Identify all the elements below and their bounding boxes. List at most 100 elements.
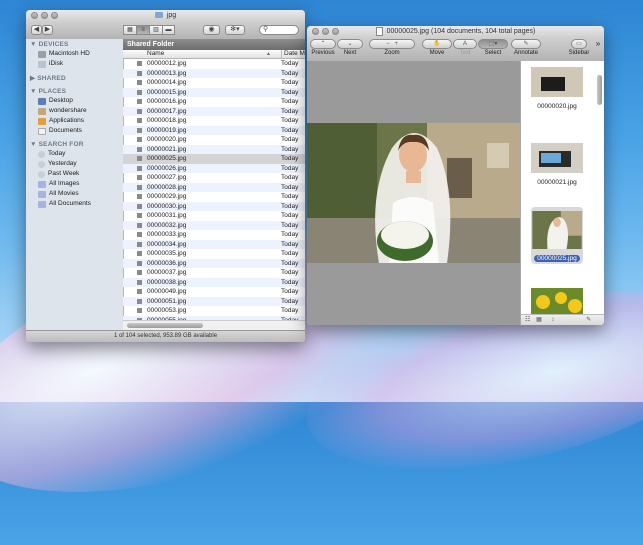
sort-icon[interactable]: ↕ <box>551 317 554 323</box>
file-row[interactable]: 00000016.jpg Today <box>123 97 305 107</box>
list-view-icon[interactable]: ☷ <box>525 317 530 323</box>
finder-titlebar[interactable]: jpg <box>26 10 305 22</box>
sidebar-header-devices[interactable]: ▼ DEVICES <box>26 39 123 49</box>
file-name: 00000021.jpg <box>147 145 187 153</box>
sidebar-item-all-images[interactable]: All Images <box>26 179 123 189</box>
thumb-sunflower <box>536 295 550 309</box>
search-input[interactable]: ⚲ <box>259 25 299 35</box>
move-tool-button[interactable]: ✋ Move <box>422 39 452 56</box>
file-row[interactable]: 00000015.jpg Today <box>123 87 305 97</box>
zoom-control[interactable]: − + Zoom <box>369 39 415 56</box>
scrollbar-thumb[interactable] <box>597 75 602 105</box>
file-row[interactable]: 00000012.jpg Today <box>123 59 305 69</box>
file-row[interactable]: 00000027.jpg Today <box>123 173 305 183</box>
annotate-button[interactable]: ✎ Annotate <box>511 39 541 56</box>
file-date-modified: Today <box>281 69 299 77</box>
sidebar-item-all-movies[interactable]: All Movies <box>26 189 123 199</box>
file-row[interactable]: 00000051.jpg Today <box>123 296 305 306</box>
action-button[interactable]: ✻▾ <box>225 25 245 35</box>
view-mode-selector: ▦ ≡ ▥ ▬ <box>123 25 175 35</box>
list-view-button[interactable]: ≡ <box>136 25 149 35</box>
jpeg-file-icon <box>137 279 142 285</box>
grid-view-icon[interactable]: ▦ <box>536 317 542 323</box>
file-row[interactable]: 00000017.jpg Today <box>123 106 305 116</box>
sidebar-item-documents[interactable]: Documents <box>26 126 123 136</box>
select-tool-button[interactable]: ⬚▾ Select <box>478 39 508 56</box>
file-name: 00000038.jpg <box>147 278 187 286</box>
file-date-modified: Today <box>281 240 299 248</box>
thumbnail-item[interactable]: 00000021.jpg <box>531 143 583 186</box>
close-button[interactable] <box>31 12 38 19</box>
sidebar-item-wondershare[interactable]: wondershare <box>26 106 123 116</box>
quicklook-button[interactable]: ◉ <box>203 25 220 35</box>
photo-window <box>487 143 509 168</box>
file-row[interactable]: 00000025.jpg Today <box>123 154 305 164</box>
sidebar-item-idisk[interactable]: iDisk <box>26 59 123 69</box>
file-row[interactable]: 00000032.jpg Today <box>123 220 305 230</box>
minimize-button[interactable] <box>322 28 329 35</box>
file-row[interactable]: 00000038.jpg Today <box>123 277 305 287</box>
vertical-scrollbar[interactable] <box>597 65 602 313</box>
thumb-screen <box>541 153 561 163</box>
thumb-sunflower <box>555 292 567 304</box>
file-row[interactable]: 00000036.jpg Today <box>123 258 305 268</box>
file-row[interactable]: 00000033.jpg Today <box>123 230 305 240</box>
next-button[interactable]: ⌄ Next <box>337 39 363 56</box>
file-row[interactable]: 00000028.jpg Today <box>123 182 305 192</box>
file-row[interactable]: 00000031.jpg Today <box>123 211 305 221</box>
sidebar-item-desktop[interactable]: Desktop <box>26 96 123 106</box>
icon-view-button[interactable]: ▦ <box>123 25 136 35</box>
jpeg-file-icon <box>137 99 142 104</box>
thumbnail-item-selected[interactable]: 00000025.jpg <box>531 207 583 264</box>
sidebar-item-all-documents[interactable]: All Documents <box>26 199 123 209</box>
preview-titlebar[interactable]: 00000025.jpg (104 documents, 104 total p… <box>307 26 604 38</box>
scrollbar-thumb[interactable] <box>127 323 203 328</box>
file-row[interactable]: 00000037.jpg Today <box>123 268 305 278</box>
file-date-modified: Today <box>281 250 299 257</box>
sidebar-header-places[interactable]: ▼ PLACES <box>26 86 123 96</box>
file-row[interactable]: 00000035.jpg Today <box>123 249 305 259</box>
file-row[interactable]: 00000019.jpg Today <box>123 125 305 135</box>
text-tool-button[interactable]: A Text <box>453 39 477 56</box>
thumbnail-label: 00000025.jpg <box>534 255 580 262</box>
sidebar-header-search-for[interactable]: ▼ SEARCH FOR <box>26 139 123 149</box>
file-row[interactable]: 00000021.jpg Today <box>123 144 305 154</box>
file-row[interactable]: 00000013.jpg Today <box>123 68 305 78</box>
thumb-bouquet <box>547 238 563 249</box>
file-row[interactable]: 00000034.jpg Today <box>123 239 305 249</box>
file-row[interactable]: 00000030.jpg Today <box>123 201 305 211</box>
pencil-icon[interactable]: ✎ <box>586 317 591 323</box>
minimize-button[interactable] <box>41 12 48 19</box>
previous-button[interactable]: ⌃ Previous <box>310 39 336 56</box>
sidebar-item-macintosh-hd[interactable]: Macintosh HD <box>26 49 123 59</box>
file-row[interactable]: 00000049.jpg Today <box>123 287 305 297</box>
file-row[interactable]: 00000053.jpg Today <box>123 306 305 316</box>
file-row[interactable]: 00000020.jpg Today <box>123 135 305 145</box>
column-header-name[interactable]: Name <box>147 50 164 58</box>
sidebar-item-past-week[interactable]: Past Week <box>26 169 123 179</box>
file-row[interactable]: 00000026.jpg Today <box>123 163 305 173</box>
column-header-date-modified[interactable]: Date M <box>281 50 305 58</box>
sidebar-header-shared[interactable]: ▶ SHARED <box>26 72 123 83</box>
sidebar-toggle-button[interactable]: ▭ Sidebar <box>565 39 593 56</box>
toolbar-overflow-icon[interactable]: » <box>594 39 602 48</box>
sidebar-item-today[interactable]: Today <box>26 149 123 159</box>
jpeg-file-icon <box>137 165 142 171</box>
file-name: 00000020.jpg <box>147 136 187 143</box>
sidebar-item-applications[interactable]: Applications <box>26 116 123 126</box>
file-row[interactable]: 00000018.jpg Today <box>123 116 305 126</box>
jpeg-file-icon <box>137 222 142 228</box>
thumbnail-item[interactable]: 00000020.jpg <box>531 67 583 110</box>
file-row[interactable]: 00000029.jpg Today <box>123 192 305 202</box>
back-button[interactable]: ◀ <box>31 25 42 35</box>
column-view-button[interactable]: ▥ <box>149 25 162 35</box>
close-button[interactable] <box>312 28 319 35</box>
coverflow-view-button[interactable]: ▬ <box>162 25 175 35</box>
sidebar-item-yesterday[interactable]: Yesterday <box>26 159 123 169</box>
jpeg-file-icon <box>137 127 142 133</box>
forward-button[interactable]: ▶ <box>42 25 53 35</box>
file-row[interactable]: 00000014.jpg Today <box>123 78 305 88</box>
zoom-button[interactable] <box>51 12 58 19</box>
jpeg-file-icon <box>137 251 142 256</box>
zoom-button[interactable] <box>332 28 339 35</box>
